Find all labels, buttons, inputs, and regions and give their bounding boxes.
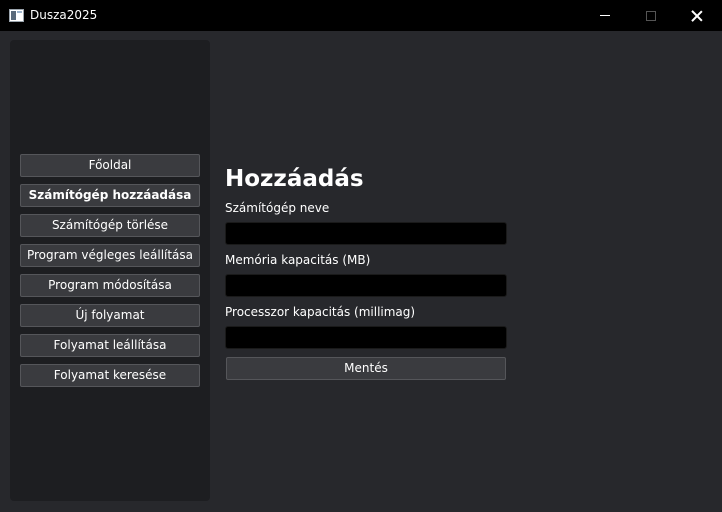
maximize-icon — [646, 10, 656, 21]
processor-capacity-input[interactable] — [225, 326, 507, 349]
close-button[interactable] — [674, 0, 720, 31]
title-bar: Dusza2025 — [0, 0, 722, 31]
sidebar-item-stop-process[interactable]: Folyamat leállítása — [20, 334, 200, 357]
memory-capacity-input[interactable] — [225, 274, 507, 297]
page-title: Hozzáadás — [225, 166, 364, 192]
computer-name-label: Számítógép neve — [225, 201, 330, 215]
sidebar-item-delete-computer[interactable]: Számítógép törlése — [20, 214, 200, 237]
sidebar-item-stop-program[interactable]: Program végleges leállítása — [20, 244, 200, 267]
processor-capacity-label: Processzor kapacitás (millimag) — [225, 305, 416, 319]
computer-name-input[interactable] — [225, 222, 507, 245]
save-button[interactable]: Mentés — [226, 357, 506, 380]
sidebar: Főoldal Számítógép hozzáadása Számítógép… — [10, 40, 210, 501]
sidebar-item-search-process[interactable]: Folyamat keresése — [20, 364, 200, 387]
app-window-icon — [9, 9, 24, 22]
close-icon — [691, 10, 703, 22]
minimize-icon — [600, 15, 610, 16]
sidebar-item-new-process[interactable]: Új folyamat — [20, 304, 200, 327]
sidebar-item-add-computer[interactable]: Számítógép hozzáadása — [20, 184, 200, 207]
minimize-button[interactable] — [582, 0, 628, 31]
memory-capacity-label: Memória kapacitás (MB) — [225, 253, 371, 267]
sidebar-item-modify-program[interactable]: Program módosítása — [20, 274, 200, 297]
window-title: Dusza2025 — [30, 8, 98, 22]
maximize-button[interactable] — [628, 0, 674, 31]
sidebar-item-home[interactable]: Főoldal — [20, 154, 200, 177]
